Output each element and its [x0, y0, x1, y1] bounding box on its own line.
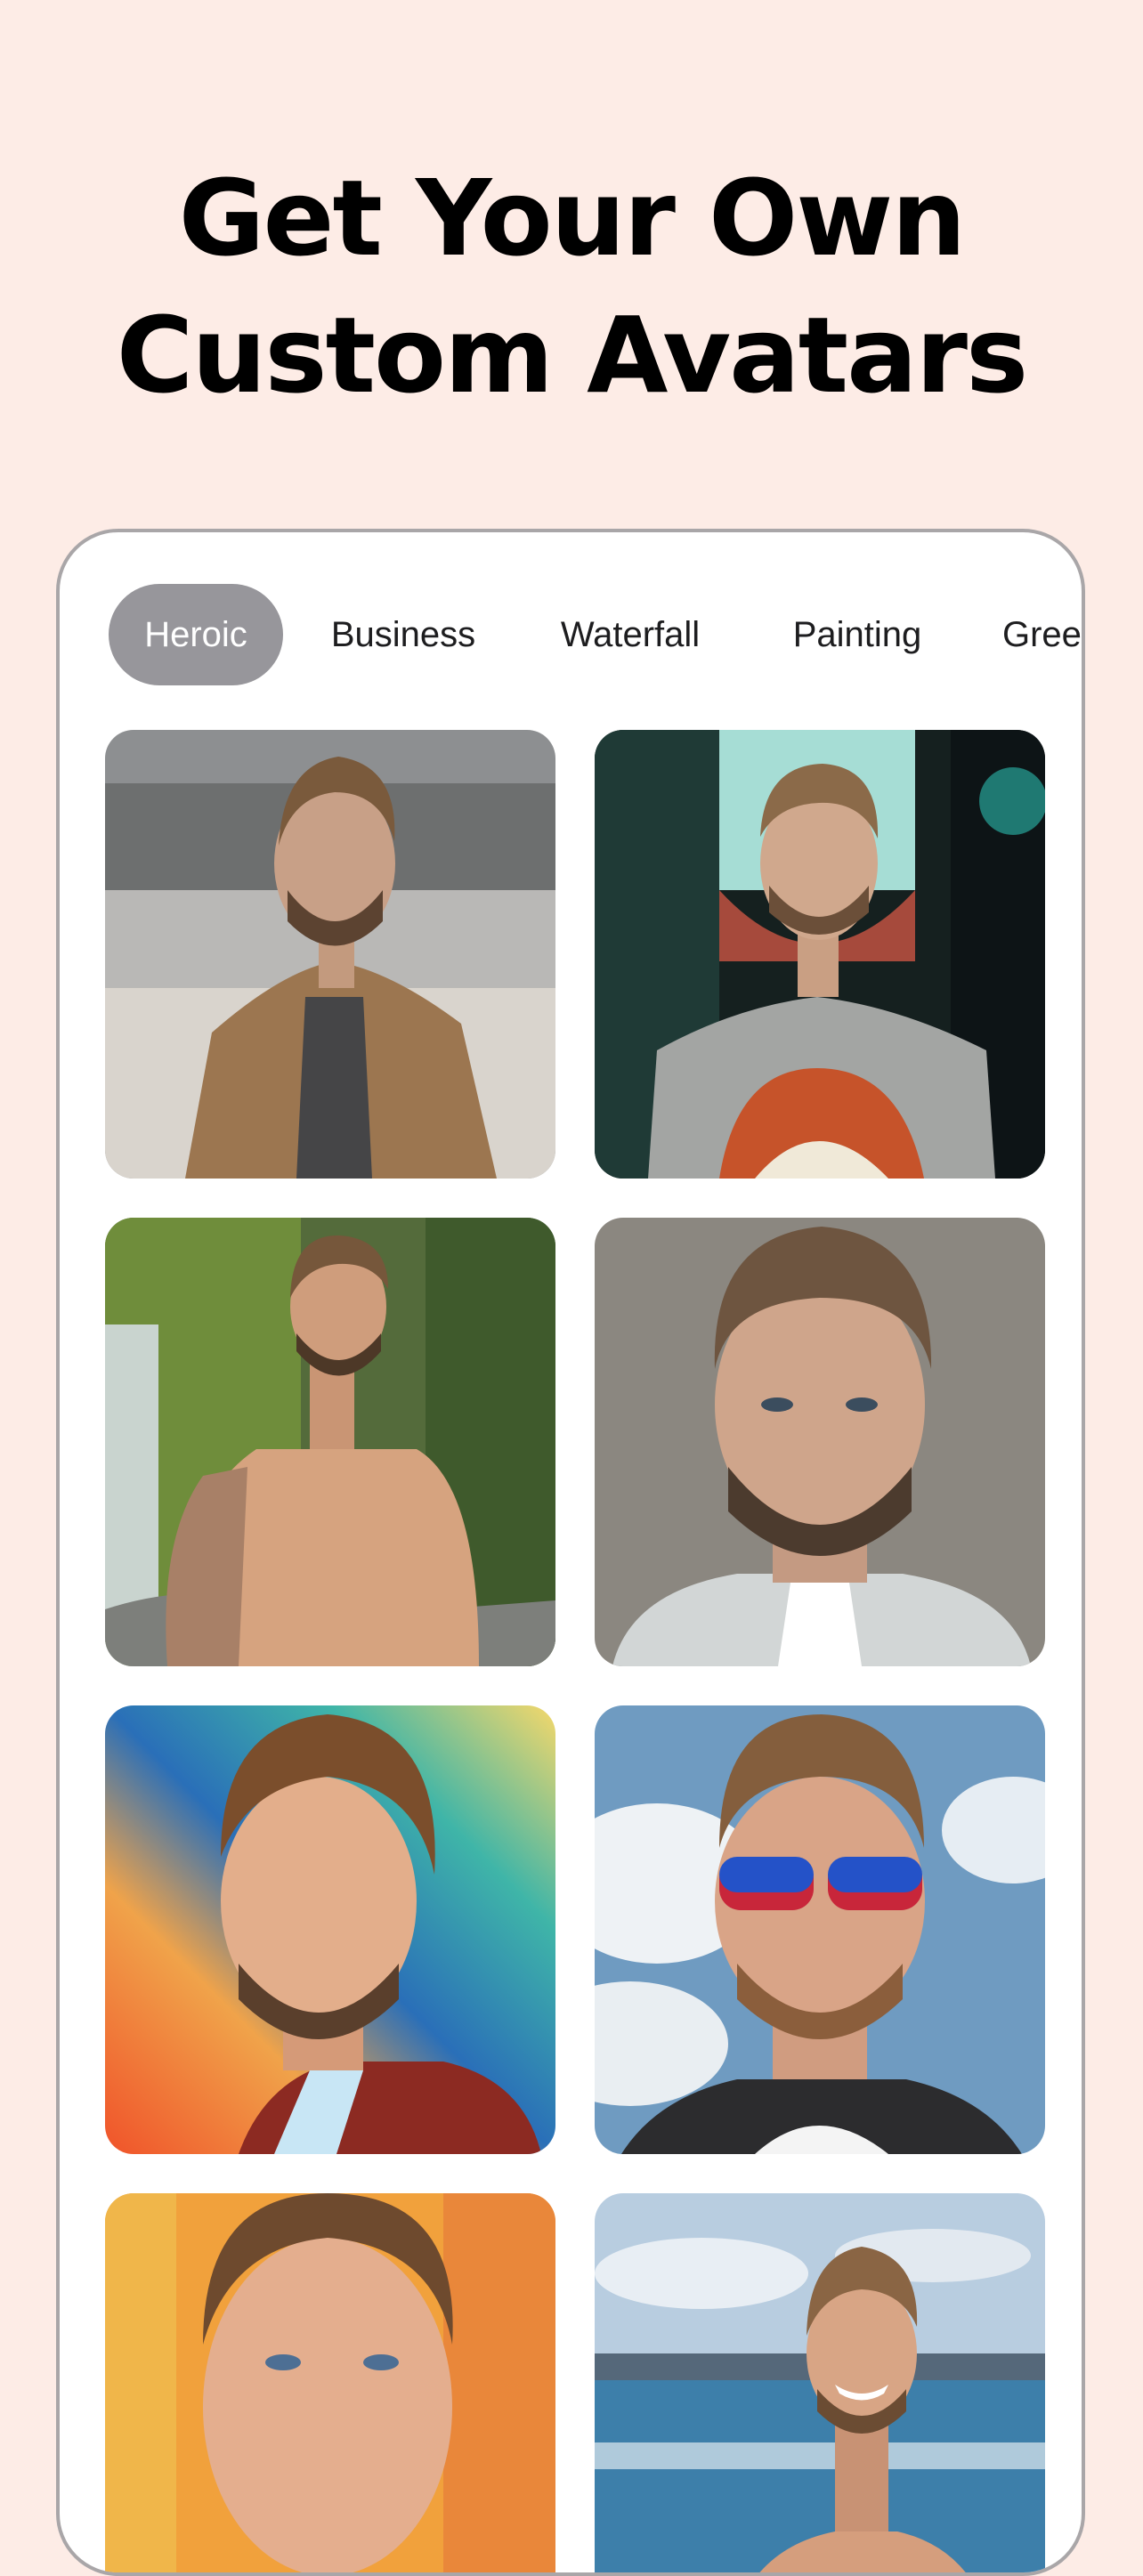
avatar-preview-card: Heroic Business Waterfall Painting Gree	[56, 529, 1085, 2576]
avatar-image-beach-smile[interactable]	[595, 2193, 1045, 2572]
avatar-image-warm-portrait[interactable]	[105, 2193, 555, 2572]
avatar-image-waterfall-shirtless[interactable]	[105, 1218, 555, 1666]
tab-heroic[interactable]: Heroic	[109, 584, 283, 685]
headline-line-1: Get Your Own	[178, 157, 967, 279]
tab-painting[interactable]: Painting	[737, 584, 977, 685]
avatar-image-sunglasses-sky[interactable]	[595, 1705, 1045, 2154]
page-headline: Get Your Own Custom Avatars	[0, 150, 1143, 424]
tab-business[interactable]: Business	[283, 584, 523, 685]
avatar-image-colorful-gradient[interactable]	[105, 1705, 555, 2154]
tab-green[interactable]: Gree	[977, 584, 1082, 685]
headline-line-2: Custom Avatars	[116, 294, 1028, 417]
style-tab-bar: Heroic Business Waterfall Painting Gree	[109, 584, 1082, 685]
avatar-image-painted-brown-jacket[interactable]	[105, 730, 555, 1179]
avatar-image-armored-hero[interactable]	[595, 730, 1045, 1179]
tab-waterfall[interactable]: Waterfall	[523, 584, 737, 685]
avatar-image-portrait-painting[interactable]	[595, 1218, 1045, 1666]
